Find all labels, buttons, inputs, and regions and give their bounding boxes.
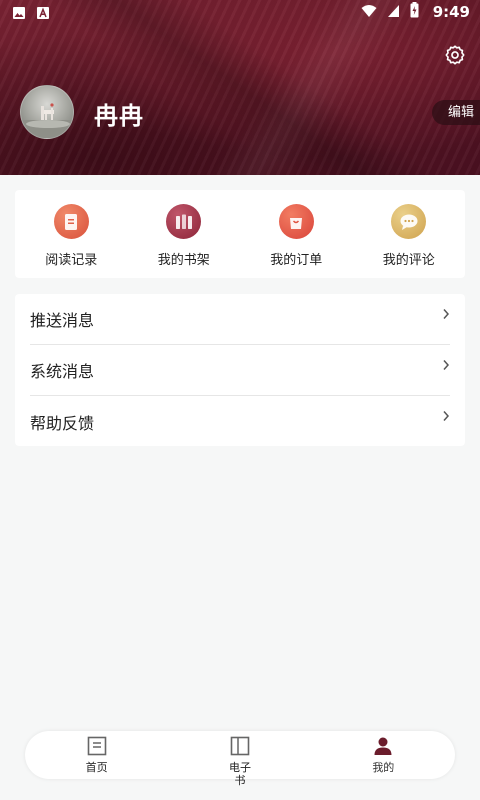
bookshelf-icon xyxy=(166,204,202,239)
quick-action-label: 我的评论 xyxy=(382,253,435,268)
menu-item-push-messages[interactable]: 推送消息 xyxy=(30,294,450,345)
wifi-icon xyxy=(361,3,377,22)
menu-item-label: 帮助反馈 xyxy=(30,413,95,433)
bookshelf-button[interactable]: 我的书架 xyxy=(128,190,240,268)
chevron-right-icon xyxy=(442,356,450,375)
comment-icon xyxy=(391,204,427,239)
person-icon xyxy=(373,736,393,760)
gear-icon xyxy=(444,45,466,70)
avatar[interactable] xyxy=(20,85,74,139)
settings-button[interactable] xyxy=(444,44,466,66)
quick-action-label: 我的订单 xyxy=(270,253,323,268)
quick-actions-card: 阅读记录 我的书架 我的订单 我的评论 xyxy=(15,190,465,278)
menu-item-help-feedback[interactable]: 帮助反馈 xyxy=(30,396,450,447)
text-a-icon xyxy=(36,5,50,19)
quick-action-label: 我的书架 xyxy=(157,253,210,268)
nav-label: 我的 xyxy=(372,761,395,774)
nav-label: 首页 xyxy=(85,761,108,774)
nav-item-mine[interactable]: 我的 xyxy=(328,731,438,774)
home-icon xyxy=(87,736,107,760)
my-orders-button[interactable]: 我的订单 xyxy=(240,190,352,268)
chevron-right-icon xyxy=(442,407,450,426)
chevron-right-icon xyxy=(442,305,450,324)
order-icon xyxy=(278,204,314,239)
menu-item-system-messages[interactable]: 系统消息 xyxy=(30,345,450,396)
nav-label: 电子书 xyxy=(228,761,251,787)
username: 冉冉 xyxy=(94,103,144,130)
nav-item-ebooks[interactable]: 电子书 xyxy=(185,731,295,787)
menu-item-label: 系统消息 xyxy=(30,362,95,381)
nav-item-home[interactable]: 首页 xyxy=(42,731,152,774)
book-icon xyxy=(230,736,250,760)
profile-header: 9:49 冉冉 编辑 xyxy=(0,0,480,175)
quick-action-label: 阅读记录 xyxy=(45,253,98,268)
edit-profile-button[interactable]: 编辑 xyxy=(432,100,480,125)
menu-item-label: 推送消息 xyxy=(30,311,95,330)
bottom-nav: 首页 电子书 我的 xyxy=(25,731,455,787)
battery-icon xyxy=(410,2,419,22)
reading-record-icon xyxy=(53,204,89,239)
status-time: 9:49 xyxy=(432,3,470,21)
my-comments-button[interactable]: 我的评论 xyxy=(353,190,465,268)
menu-card: 推送消息 系统消息 帮助反馈 xyxy=(15,294,465,446)
reading-record-button[interactable]: 阅读记录 xyxy=(15,190,127,268)
status-bar: 9:49 xyxy=(0,0,480,24)
cell-signal-icon xyxy=(387,3,400,22)
image-icon xyxy=(12,5,26,19)
